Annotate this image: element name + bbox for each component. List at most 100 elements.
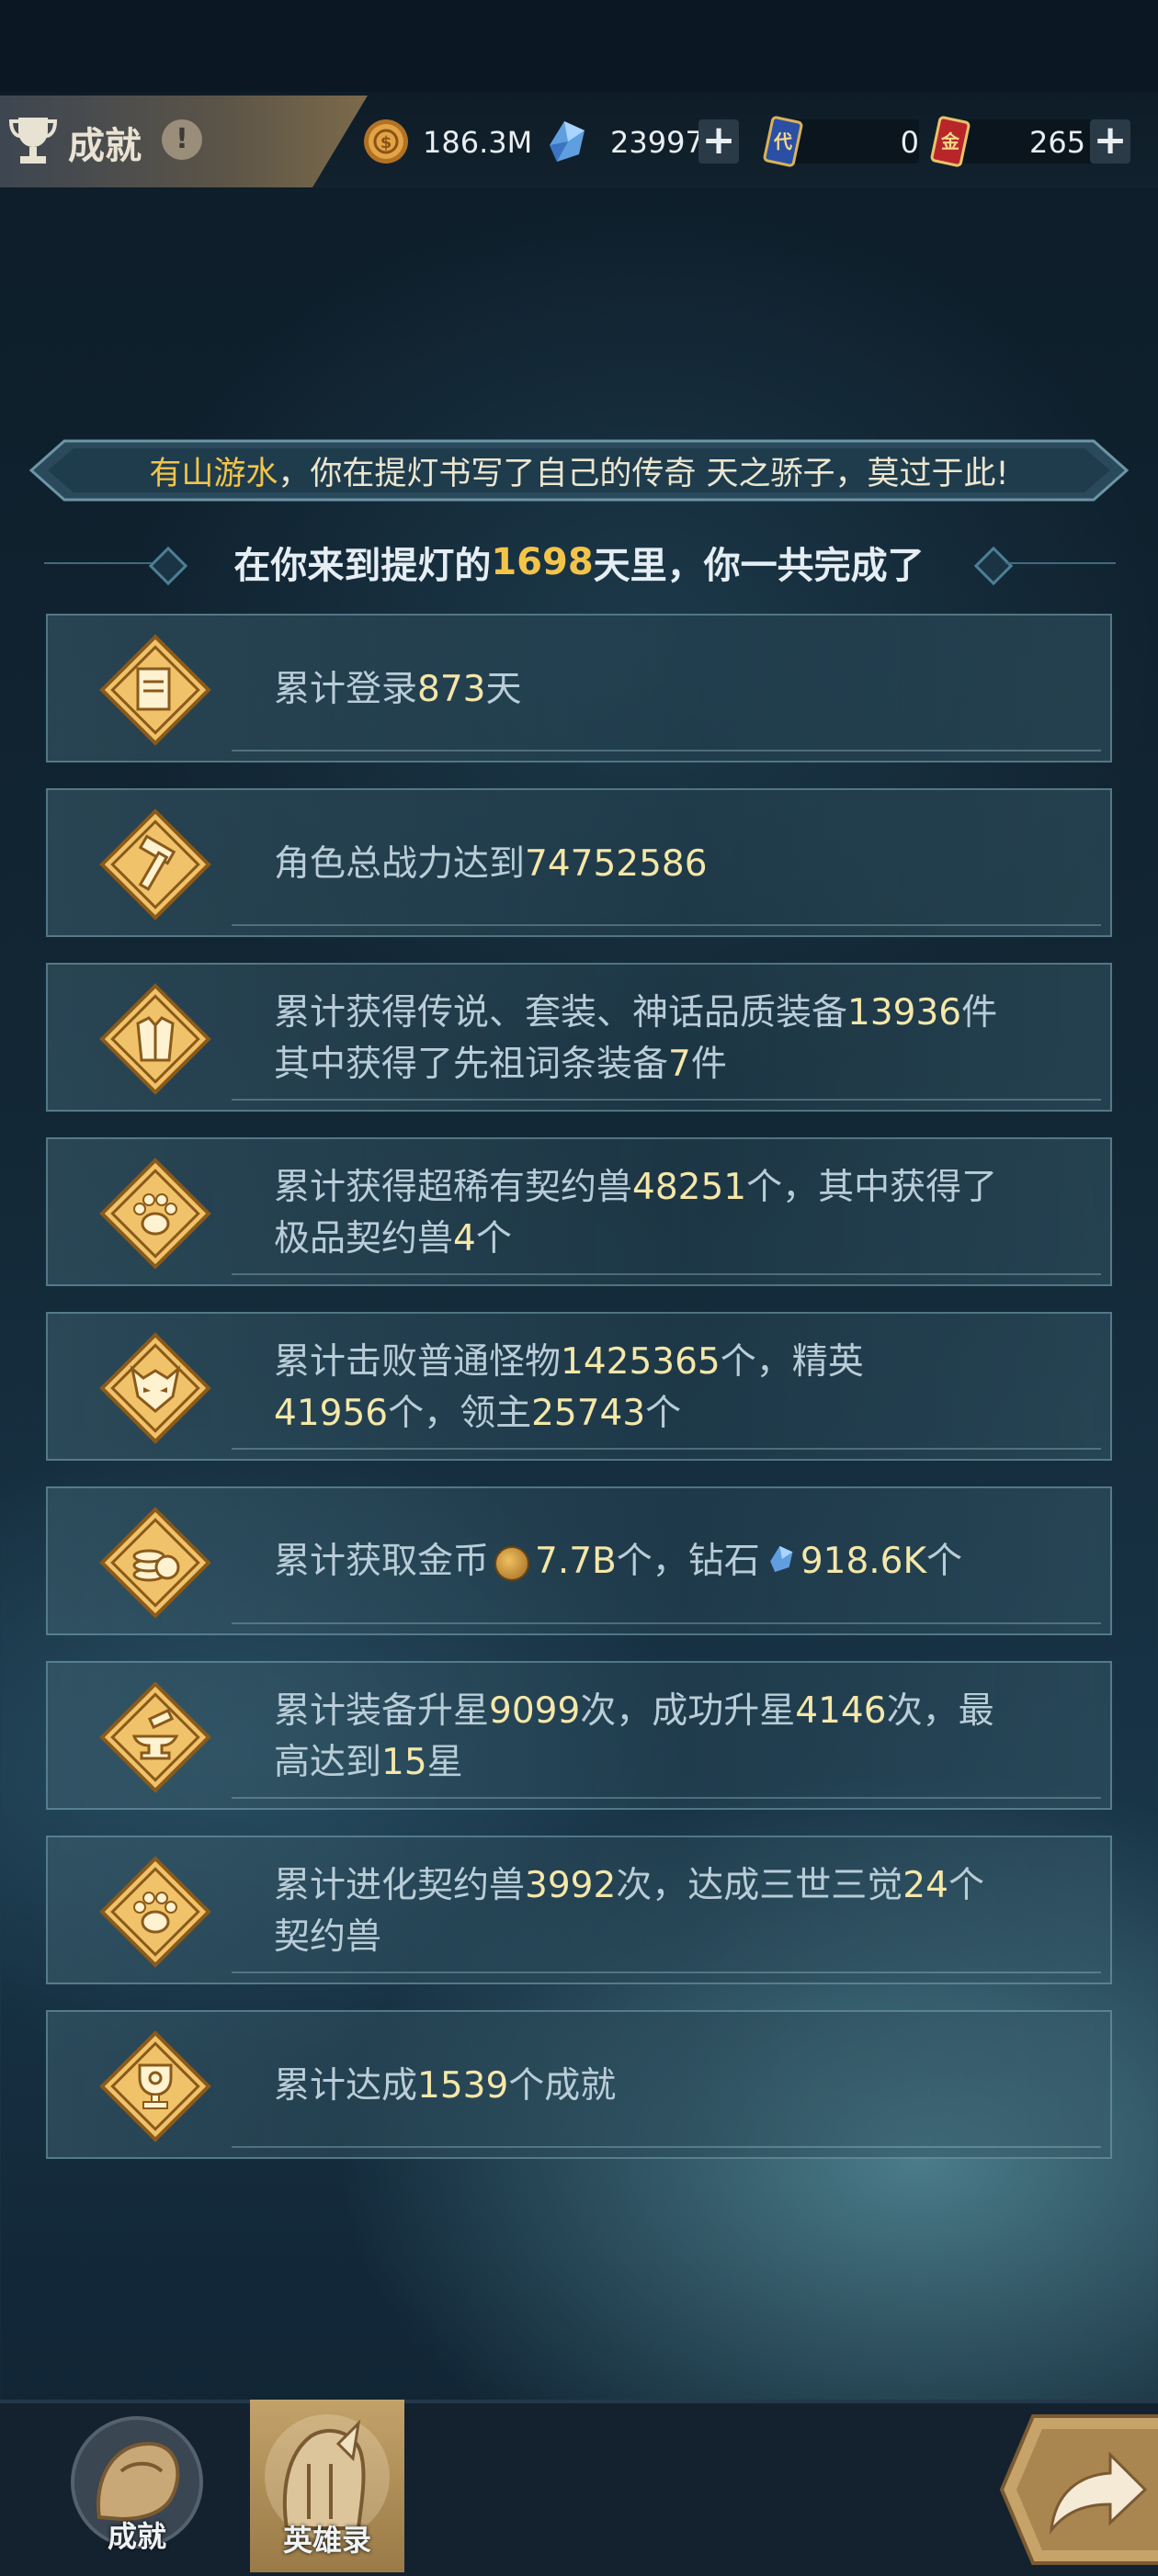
- stat-text: 极品契约兽: [274, 1218, 454, 1260]
- card-token-glyph: 代: [774, 130, 792, 153]
- subhead-suffix: 天里，你一共完成了: [593, 545, 925, 587]
- stat-text: 个: [645, 1393, 682, 1434]
- demon-mask-icon: [99, 1332, 211, 1444]
- stat-number: 4146: [795, 1690, 887, 1732]
- stat-text: 件: [961, 992, 998, 1034]
- stat-text: 次，达成三世三觉: [616, 1865, 903, 1906]
- stat-text: 个，钻石: [616, 1541, 760, 1583]
- share-arrow-icon: [999, 2414, 1158, 2565]
- stat-card-equipment: 累计获得传说、套装、神话品质装备13936件 其中获得了先祖词条装备7件: [46, 963, 1112, 1112]
- banner-message: ，你在提灯书写了自己的传奇 天之骄子，莫过于此!: [278, 455, 1009, 492]
- stat-text: 个: [948, 1865, 984, 1906]
- stat-card-currency: 累计获取金币 7.7B个，钻石 918.6K个: [46, 1486, 1112, 1635]
- stat-text: 个，领主: [388, 1393, 532, 1434]
- combat-power-icon: [99, 808, 211, 921]
- stat-text: 契约兽: [274, 1916, 382, 1958]
- stat-card-evolution: 累计进化契约兽3992次，达成三世三觉24个 契约兽: [46, 1836, 1112, 1984]
- player-name: 有山游水: [149, 455, 278, 492]
- gold-card-glyph: 金: [941, 130, 959, 153]
- stat-number: 1539: [417, 2065, 509, 2107]
- legend-banner: 有山游水 ，你在提灯书写了自己的传奇 天之骄子，莫过于此!: [28, 435, 1130, 505]
- stat-text: 天: [485, 669, 522, 710]
- diamond-icon: [542, 118, 588, 169]
- stat-text: 星: [426, 1742, 463, 1783]
- tab-heroes-label: 英雄录: [282, 2523, 371, 2558]
- trophy-icon: [99, 2030, 211, 2142]
- banner-text: 有山游水 ，你在提灯书写了自己的传奇 天之骄子，莫过于此!: [28, 435, 1130, 505]
- stat-text: 角色总战力达到: [274, 843, 526, 885]
- card-token-resource: 代 0: [763, 116, 919, 167]
- stat-card-achievements: 累计达成1539个成就: [46, 2010, 1112, 2159]
- diamond-amount: 23997: [610, 125, 704, 160]
- stat-card-upgrade: 累计装备升星9099次，成功升星4146次，最 高达到15星: [46, 1661, 1112, 1810]
- stat-number: 13936: [847, 992, 962, 1034]
- gold-coin-icon: $: [362, 118, 410, 169]
- stat-text: 个成就: [508, 2065, 617, 2107]
- stat-text: 累计获得传说、套装、神话品质装备: [274, 992, 848, 1034]
- tab-heroes[interactable]: 英雄录: [250, 2400, 404, 2572]
- stat-number: 25743: [531, 1393, 646, 1434]
- stat-card-combat-power: 角色总战力达到74752586: [46, 788, 1112, 937]
- stat-text: 累计获得超稀有契约兽: [274, 1167, 633, 1208]
- card-token-amount: 0: [900, 125, 919, 160]
- stat-text: 累计登录: [274, 669, 418, 710]
- stat-text: 累计获取金币: [274, 1541, 490, 1583]
- stat-card-beasts: 累计获得超稀有契约兽48251个，其中获得了 极品契约兽4个: [46, 1137, 1112, 1286]
- stat-number: 4: [453, 1218, 476, 1260]
- stat-text: 累计装备升星: [274, 1690, 490, 1732]
- trophy-icon: [7, 112, 59, 167]
- stat-number: 15: [381, 1742, 427, 1783]
- page-title: 成就: [68, 125, 142, 167]
- stat-card-monsters: 累计击败普通怪物1425365个，精英 41956个，领主25743个: [46, 1312, 1112, 1461]
- subhead-prefix: 在你来到提灯的: [233, 545, 492, 587]
- anvil-icon: [99, 1681, 211, 1793]
- stat-text: 个，精英: [720, 1341, 864, 1383]
- stat-number: 24: [903, 1865, 948, 1906]
- days-count: 1698: [491, 541, 594, 583]
- stat-text: 累计达成: [274, 2065, 418, 2107]
- gold-card-resource: 金 265: [930, 116, 1096, 167]
- stat-text: 件: [690, 1044, 727, 1085]
- svg-text:$: $: [380, 133, 392, 153]
- stat-text: 其中获得了先祖词条装备: [274, 1044, 669, 1085]
- stat-number: 873: [417, 669, 486, 710]
- share-button[interactable]: [996, 2411, 1158, 2569]
- gold-card-icon: 金: [930, 116, 971, 167]
- stat-number: 41956: [274, 1393, 389, 1434]
- gold-coin-icon: [494, 1545, 530, 1581]
- help-icon[interactable]: !: [162, 119, 202, 160]
- stat-card-login: 累计登录873天: [46, 614, 1112, 763]
- summary-heading: 在你来到提灯的 1698 天里，你一共完成了: [0, 533, 1158, 592]
- gold-amount: 186.3M: [423, 125, 533, 160]
- stat-number: 48251: [632, 1167, 747, 1208]
- login-scroll-icon: [99, 634, 211, 746]
- stat-number: 1425365: [561, 1341, 721, 1383]
- tab-achievements[interactable]: 成就: [66, 2416, 208, 2569]
- stat-text: 次，成功升星: [580, 1690, 796, 1732]
- stat-number: 3992: [525, 1865, 617, 1906]
- stat-number: 74752586: [525, 843, 708, 885]
- stat-number: 7: [668, 1044, 691, 1085]
- status-strip: [0, 0, 1158, 92]
- paw-icon: [99, 1158, 211, 1270]
- coins-icon: [99, 1507, 211, 1619]
- stat-text: 累计击败普通怪物: [274, 1341, 562, 1383]
- gold-resource: $ 186.3M: [362, 116, 532, 169]
- stat-text: 累计进化契约兽: [274, 1865, 526, 1906]
- gold-card-amount: 265: [1029, 125, 1086, 160]
- card-token-icon: 代: [763, 116, 803, 167]
- stat-text: 个: [926, 1541, 963, 1583]
- armor-icon: [99, 983, 211, 1095]
- tab-achievements-label: 成就: [107, 2519, 166, 2554]
- stat-number: 918.6K: [800, 1541, 927, 1583]
- stat-text: 高达到: [274, 1742, 382, 1783]
- paw-icon: [99, 1856, 211, 1968]
- stat-text: 个: [475, 1218, 512, 1260]
- add-gold-card-button[interactable]: +: [1090, 119, 1130, 164]
- stat-number: 9099: [489, 1690, 581, 1732]
- add-diamond-button[interactable]: +: [698, 119, 739, 164]
- stat-text: 个，其中获得了: [746, 1167, 998, 1208]
- page-title-tab: 成就 !: [0, 96, 368, 187]
- stat-text: 次，最: [886, 1690, 994, 1732]
- stat-number: 7.7B: [535, 1541, 617, 1583]
